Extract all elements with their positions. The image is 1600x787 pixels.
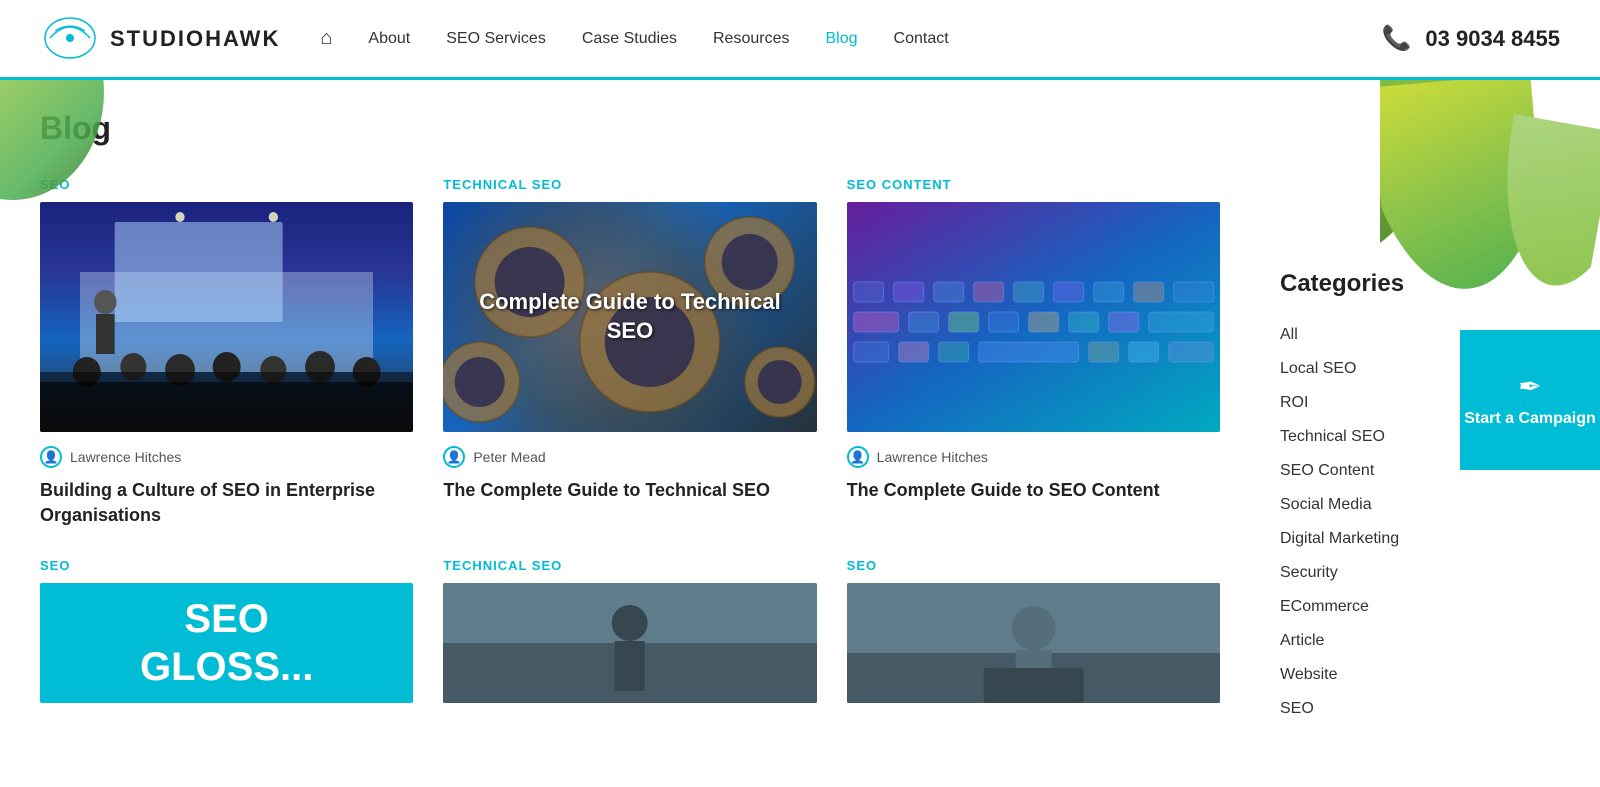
blog-post-title-1[interactable]: Building a Culture of SEO in Enterprise … — [40, 478, 413, 528]
nav-blog[interactable]: Blog — [825, 30, 857, 48]
phone-number[interactable]: 03 9034 8455 — [1425, 26, 1560, 52]
author-name-3: Lawrence Hitches — [877, 449, 988, 465]
blog-category-2: TECHNICAL SEO — [443, 177, 816, 192]
header-right: 📞 03 9034 8455 — [1382, 24, 1560, 53]
author-row-3: 👤 Lawrence Hitches — [847, 446, 1220, 468]
category-digital-marketing[interactable]: Digital Marketing — [1280, 522, 1570, 556]
blog-grid-row1: SEO — [40, 177, 1220, 528]
campaign-icon: ✒ — [1518, 370, 1541, 403]
gears-image: Complete Guide to Technical SEO — [443, 202, 816, 432]
logo-text: STUDIOHAWK — [110, 26, 280, 52]
blog-card-3: SEO CONTENT — [847, 177, 1220, 528]
person-image — [847, 583, 1220, 703]
blog-image-4[interactable]: SEOGLOSS... — [40, 583, 413, 703]
blog-card-4: SEO SEOGLOSS... — [40, 558, 413, 717]
blog-post-title-3[interactable]: The Complete Guide to SEO Content — [847, 478, 1220, 503]
blog-category-4: SEO — [40, 558, 413, 573]
conference-image — [40, 202, 413, 432]
blog-category-3: SEO CONTENT — [847, 177, 1220, 192]
blog-category-5: TECHNICAL SEO — [443, 558, 816, 573]
category-seo[interactable]: SEO — [1280, 692, 1570, 726]
blog-image-3[interactable]: Complete Guide to SEO Content — [847, 202, 1220, 432]
blog-image-6[interactable] — [847, 583, 1220, 703]
keyboard-image: Complete Guide to SEO Content — [847, 202, 1220, 432]
nav-case-studies[interactable]: Case Studies — [582, 30, 677, 48]
campaign-text: Start a Campaign — [1464, 409, 1596, 430]
phone-icon: 📞 — [1382, 24, 1412, 53]
blog-category-1: SEO — [40, 177, 413, 192]
author-name-2: Peter Mead — [473, 449, 545, 465]
start-campaign-button[interactable]: ✒ Start a Campaign — [1460, 330, 1600, 470]
blog-card-1: SEO — [40, 177, 413, 528]
author-row-2: 👤 Peter Mead — [443, 446, 816, 468]
blog-grid-row2: SEO SEOGLOSS... TECHNICAL SEO — [40, 558, 1220, 717]
category-social-media[interactable]: Social Media — [1280, 488, 1570, 522]
seo-glossary-image: SEOGLOSS... — [40, 583, 413, 703]
logo[interactable]: STUDIOHAWK — [40, 11, 280, 66]
category-article[interactable]: Article — [1280, 624, 1570, 658]
blog-card-6: SEO — [847, 558, 1220, 717]
main-nav: ⌂ About SEO Services Case Studies Resour… — [320, 27, 1381, 50]
seo-glossary-text: SEOGLOSS... — [140, 595, 313, 691]
blog-content: Blog SEO — [0, 80, 1260, 787]
gears-text: Complete Guide to Technical SEO — [443, 278, 816, 355]
nav-about[interactable]: About — [368, 30, 410, 48]
logo-icon — [40, 11, 100, 66]
category-website[interactable]: Website — [1280, 658, 1570, 692]
blog-post-title-2[interactable]: The Complete Guide to Technical SEO — [443, 478, 816, 503]
header: STUDIOHAWK ⌂ About SEO Services Case Stu… — [0, 0, 1600, 80]
blog-image-5[interactable] — [443, 583, 816, 703]
blog-card-2: TECHNICAL SEO — [443, 177, 816, 528]
nav-seo-services[interactable]: SEO Services — [446, 30, 546, 48]
nav-contact[interactable]: Contact — [894, 30, 949, 48]
blog-category-6: SEO — [847, 558, 1220, 573]
author-icon-1: 👤 — [40, 446, 62, 468]
home-icon[interactable]: ⌂ — [320, 27, 332, 50]
blog-card-5: TECHNICAL SEO — [443, 558, 816, 717]
category-ecommerce[interactable]: ECommerce — [1280, 590, 1570, 624]
main-wrapper: Blog SEO — [0, 80, 1600, 787]
category-security[interactable]: Security — [1280, 556, 1570, 590]
author-name-1: Lawrence Hitches — [70, 449, 181, 465]
author-icon-2: 👤 — [443, 446, 465, 468]
page-title: Blog — [40, 110, 1220, 147]
blog-image-2[interactable]: Complete Guide to Technical SEO — [443, 202, 816, 432]
blog-image-1[interactable] — [40, 202, 413, 432]
author-row-1: 👤 Lawrence Hitches — [40, 446, 413, 468]
author-icon-3: 👤 — [847, 446, 869, 468]
office-image — [443, 583, 816, 703]
nav-resources[interactable]: Resources — [713, 30, 789, 48]
sidebar: Categories All Local SEO ROI Technical S… — [1260, 80, 1600, 787]
leaf-decoration-top-right — [1380, 80, 1600, 330]
